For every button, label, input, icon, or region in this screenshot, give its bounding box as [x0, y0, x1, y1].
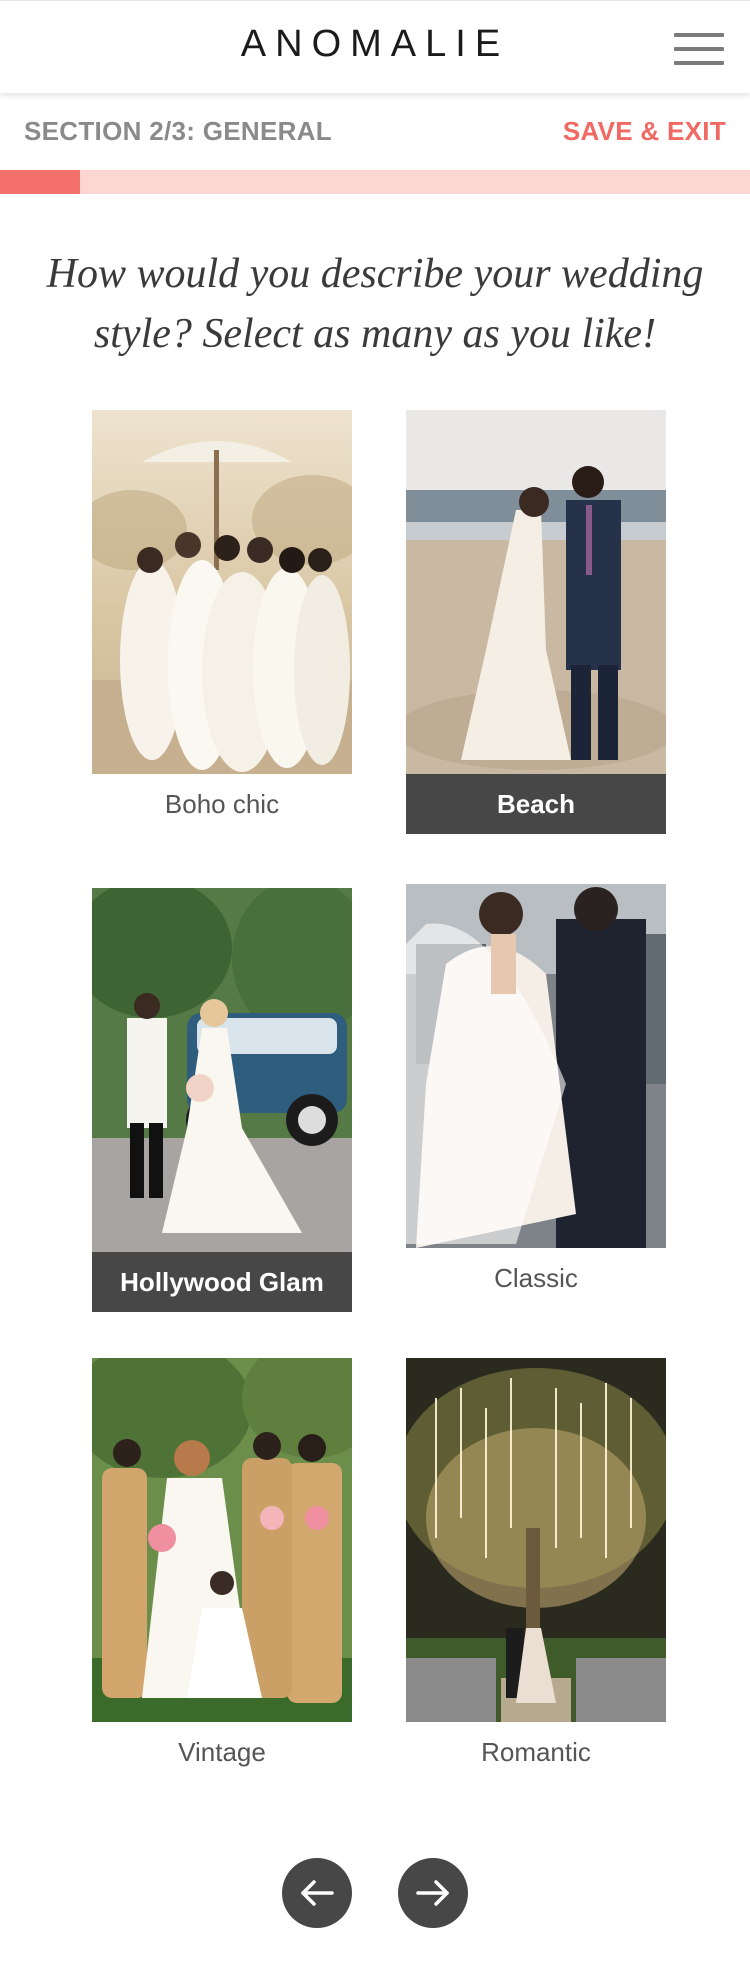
- romantic-photo: [406, 1358, 666, 1722]
- back-button[interactable]: [282, 1858, 352, 1928]
- section-label: SECTION 2/3: GENERAL: [24, 116, 332, 146]
- style-caption: Classic: [494, 1263, 578, 1293]
- style-card-vintage[interactable]: Vintage: [92, 1358, 352, 1782]
- style-caption: Romantic: [481, 1737, 591, 1767]
- progress-bar: [0, 170, 750, 194]
- style-card-boho-chic[interactable]: Boho chic: [92, 410, 352, 834]
- hollywood-photo: [92, 888, 352, 1252]
- question-line-2: style? Select as many as you like!: [93, 311, 657, 357]
- style-card-classic[interactable]: Classic: [406, 884, 666, 1308]
- style-caption: Vintage: [178, 1737, 266, 1767]
- style-card-beach[interactable]: Beach: [406, 410, 666, 834]
- save-exit-link[interactable]: SAVE & EXIT: [563, 116, 726, 147]
- style-caption: Beach: [406, 774, 666, 834]
- menu-icon[interactable]: [674, 33, 724, 65]
- style-card-romantic[interactable]: Romantic: [406, 1358, 666, 1782]
- beach-photo: [406, 410, 666, 774]
- arrow-left-icon: [301, 1880, 334, 1906]
- classic-photo: [406, 884, 666, 1248]
- next-button[interactable]: [398, 1858, 468, 1928]
- style-caption: Hollywood Glam: [92, 1252, 352, 1312]
- question-line-1: How would you describe your wedding: [46, 251, 704, 297]
- style-card-hollywood-glam[interactable]: Hollywood Glam: [92, 888, 352, 1312]
- vintage-photo: [92, 1358, 352, 1722]
- arrow-right-icon: [416, 1880, 449, 1906]
- section-bar: SECTION 2/3: GENERAL SAVE & EXIT: [0, 92, 750, 170]
- question-heading: How would you describe your wedding styl…: [40, 244, 710, 364]
- style-caption: Boho chic: [164, 789, 280, 819]
- top-header: ANOMALIE: [0, 0, 750, 93]
- progress-fill: [0, 170, 80, 194]
- boho-photo: [92, 410, 352, 774]
- brand-logo[interactable]: ANOMALIE: [0, 23, 750, 66]
